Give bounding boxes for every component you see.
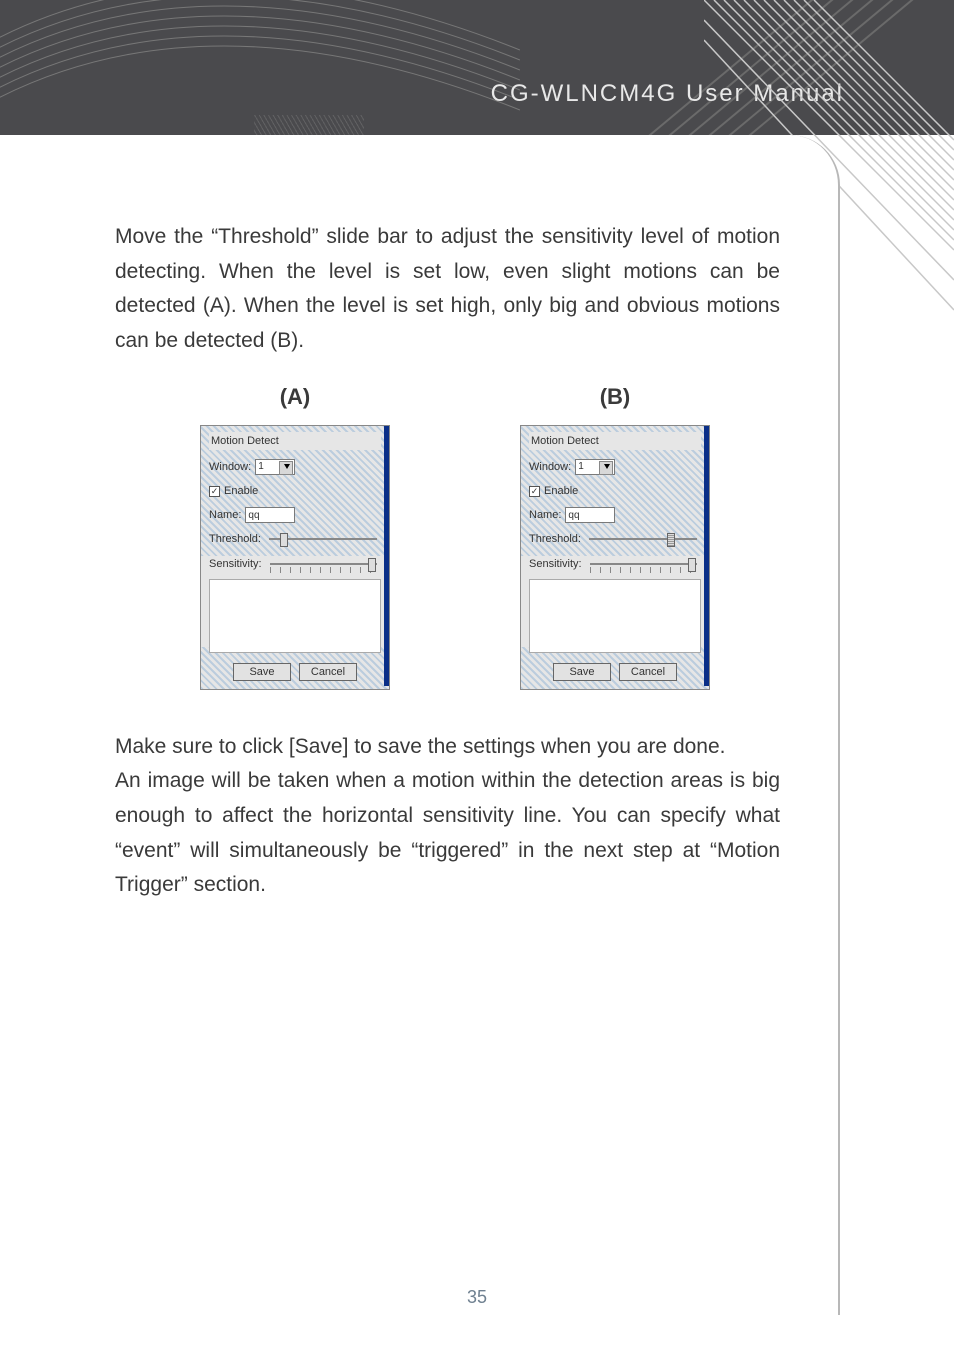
paragraph-event-desc: An image will be taken when a motion wit…: [115, 764, 780, 903]
threshold-label-a: Threshold:: [209, 530, 261, 548]
sensitivity-label-b: Sensitivity:: [529, 555, 582, 573]
window-select-a[interactable]: 1: [255, 459, 295, 475]
paragraph-save-note: Make sure to click [Save] to save the se…: [115, 730, 780, 765]
threshold-thumb-a: [280, 533, 288, 547]
sensitivity-thumb-b: [688, 558, 696, 572]
page-content: Move the “Threshold” slide bar to adjust…: [115, 220, 780, 903]
threshold-slider-b[interactable]: [589, 538, 697, 540]
motion-detect-panel-b: Motion Detect Window: 1 ✓ Enable Name: q…: [520, 425, 710, 690]
group-title-a: Motion Detect: [209, 432, 381, 450]
threshold-slider-a[interactable]: [269, 538, 377, 540]
enable-checkbox-a[interactable]: ✓: [209, 486, 220, 497]
sensitivity-thumb-a: [368, 558, 376, 572]
panels-row: (A) Motion Detect Window: 1 ✓ Enable Na: [135, 379, 775, 690]
cancel-button-a[interactable]: Cancel: [299, 663, 357, 681]
page-number: 35: [0, 1287, 954, 1308]
paragraph-threshold-desc: Move the “Threshold” slide bar to adjust…: [115, 220, 780, 359]
sensitivity-slider-b[interactable]: [590, 563, 697, 565]
motion-detect-panel-a: Motion Detect Window: 1 ✓ Enable Name: q…: [200, 425, 390, 690]
enable-label-b: Enable: [544, 482, 578, 500]
group-title-b: Motion Detect: [529, 432, 701, 450]
preview-box-b: [529, 579, 701, 653]
window-label-a: Window:: [209, 458, 251, 476]
threshold-thumb-b: [667, 533, 675, 547]
window-label-b: Window:: [529, 458, 571, 476]
preview-box-a: [209, 579, 381, 653]
panel-b-column: (B) Motion Detect Window: 1 ✓ Enable Na: [520, 379, 710, 690]
panel-b-label: (B): [520, 379, 710, 415]
name-input-b[interactable]: qq: [565, 507, 615, 523]
name-label-b: Name:: [529, 506, 561, 524]
enable-label-a: Enable: [224, 482, 258, 500]
window-select-b[interactable]: 1: [575, 459, 615, 475]
save-button-a[interactable]: Save: [233, 663, 291, 681]
threshold-label-b: Threshold:: [529, 530, 581, 548]
panel-a-label: (A): [200, 379, 390, 415]
name-input-a[interactable]: qq: [245, 507, 295, 523]
name-label-a: Name:: [209, 506, 241, 524]
sensitivity-slider-a[interactable]: [270, 563, 377, 565]
sensitivity-label-a: Sensitivity:: [209, 555, 262, 573]
enable-checkbox-b[interactable]: ✓: [529, 486, 540, 497]
save-button-b[interactable]: Save: [553, 663, 611, 681]
cancel-button-b[interactable]: Cancel: [619, 663, 677, 681]
panel-a-column: (A) Motion Detect Window: 1 ✓ Enable Na: [200, 379, 390, 690]
